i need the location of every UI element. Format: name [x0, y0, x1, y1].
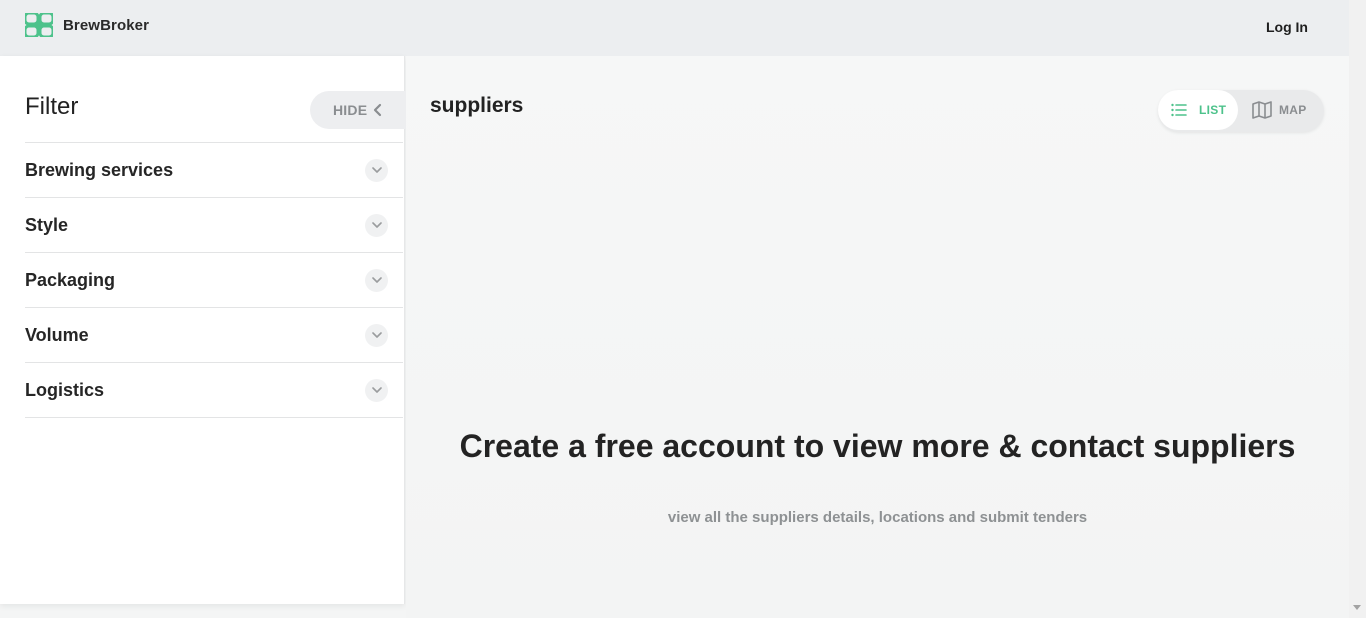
brewbroker-logo-icon [25, 13, 53, 37]
login-link[interactable]: Log In [1266, 19, 1308, 35]
map-view-label: MAP [1279, 103, 1307, 117]
hide-filter-button[interactable]: HIDE [310, 91, 406, 129]
hide-filter-label: HIDE [333, 102, 368, 118]
page-scrollbar[interactable] [1349, 0, 1366, 618]
chevron-left-icon [374, 103, 382, 117]
filter-title: Filter [25, 93, 79, 120]
page-title: suppliers [430, 94, 524, 117]
filter-volume[interactable]: Volume [25, 308, 403, 363]
chevron-down-icon[interactable] [365, 269, 388, 292]
suppliers-main: suppliers LIST MAP Create a free account… [406, 56, 1349, 618]
filter-label: Style [25, 215, 69, 235]
list-view-button[interactable]: LIST [1158, 90, 1238, 130]
filter-sidebar: Filter HIDE Brewing services Style Packa… [0, 56, 406, 604]
brand-name: BrewBroker [63, 16, 150, 34]
view-toggle: LIST MAP [1158, 90, 1324, 132]
brand-logo[interactable]: BrewBroker [25, 13, 149, 37]
list-icon [1171, 103, 1187, 117]
filter-style[interactable]: Style [25, 198, 403, 253]
filter-list: Brewing services Style Packaging Volume … [25, 142, 403, 418]
filter-brewing-services[interactable]: Brewing services [25, 143, 403, 198]
filter-label: Logistics [25, 380, 105, 400]
filter-packaging[interactable]: Packaging [25, 253, 403, 308]
filter-label: Volume [25, 325, 89, 345]
filter-label: Brewing services [25, 160, 174, 180]
scroll-down-arrow-icon[interactable] [1353, 605, 1361, 610]
top-navbar: BrewBroker Log In [0, 0, 1349, 56]
signup-cta-heading: Create a free account to view more & con… [459, 428, 1296, 464]
list-view-label: LIST [1199, 103, 1227, 117]
map-view-button[interactable]: MAP [1252, 90, 1324, 130]
signup-cta-subtitle: view all the suppliers details, location… [667, 509, 1088, 526]
chevron-down-icon[interactable] [365, 159, 388, 182]
chevron-down-icon[interactable] [365, 379, 388, 402]
chevron-down-icon[interactable] [365, 324, 388, 347]
chevron-down-icon[interactable] [365, 214, 388, 237]
filter-logistics[interactable]: Logistics [25, 363, 403, 418]
filter-label: Packaging [25, 270, 116, 290]
map-icon [1252, 101, 1272, 119]
